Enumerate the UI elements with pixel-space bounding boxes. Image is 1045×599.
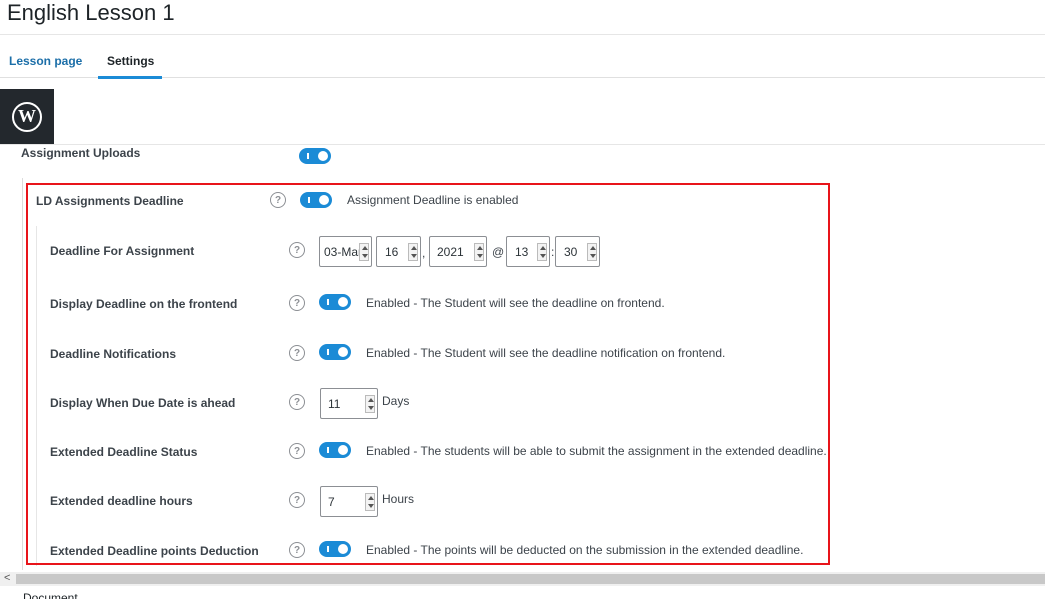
tab-bar: Lesson page Settings (0, 44, 1045, 79)
active-tab-indicator (98, 76, 162, 79)
wordpress-icon: W (12, 101, 42, 132)
section-divider (0, 144, 1045, 145)
horizontal-scrollbar[interactable]: < (0, 572, 1045, 586)
title-divider (0, 34, 1045, 35)
tab-lesson-page[interactable]: Lesson page (9, 54, 82, 68)
assignment-uploads-toggle[interactable] (299, 148, 331, 164)
group-indent-line (22, 178, 23, 570)
scrollbar-thumb[interactable] (16, 574, 1045, 584)
assignment-uploads-label: Assignment Uploads (21, 146, 141, 160)
scroll-left-icon[interactable]: < (4, 572, 10, 584)
wordpress-button[interactable]: W (0, 89, 54, 144)
highlight-box (26, 183, 830, 565)
status-bar-text: Document (23, 591, 78, 599)
tab-settings[interactable]: Settings (107, 54, 154, 68)
page-title: English Lesson 1 (7, 0, 175, 25)
